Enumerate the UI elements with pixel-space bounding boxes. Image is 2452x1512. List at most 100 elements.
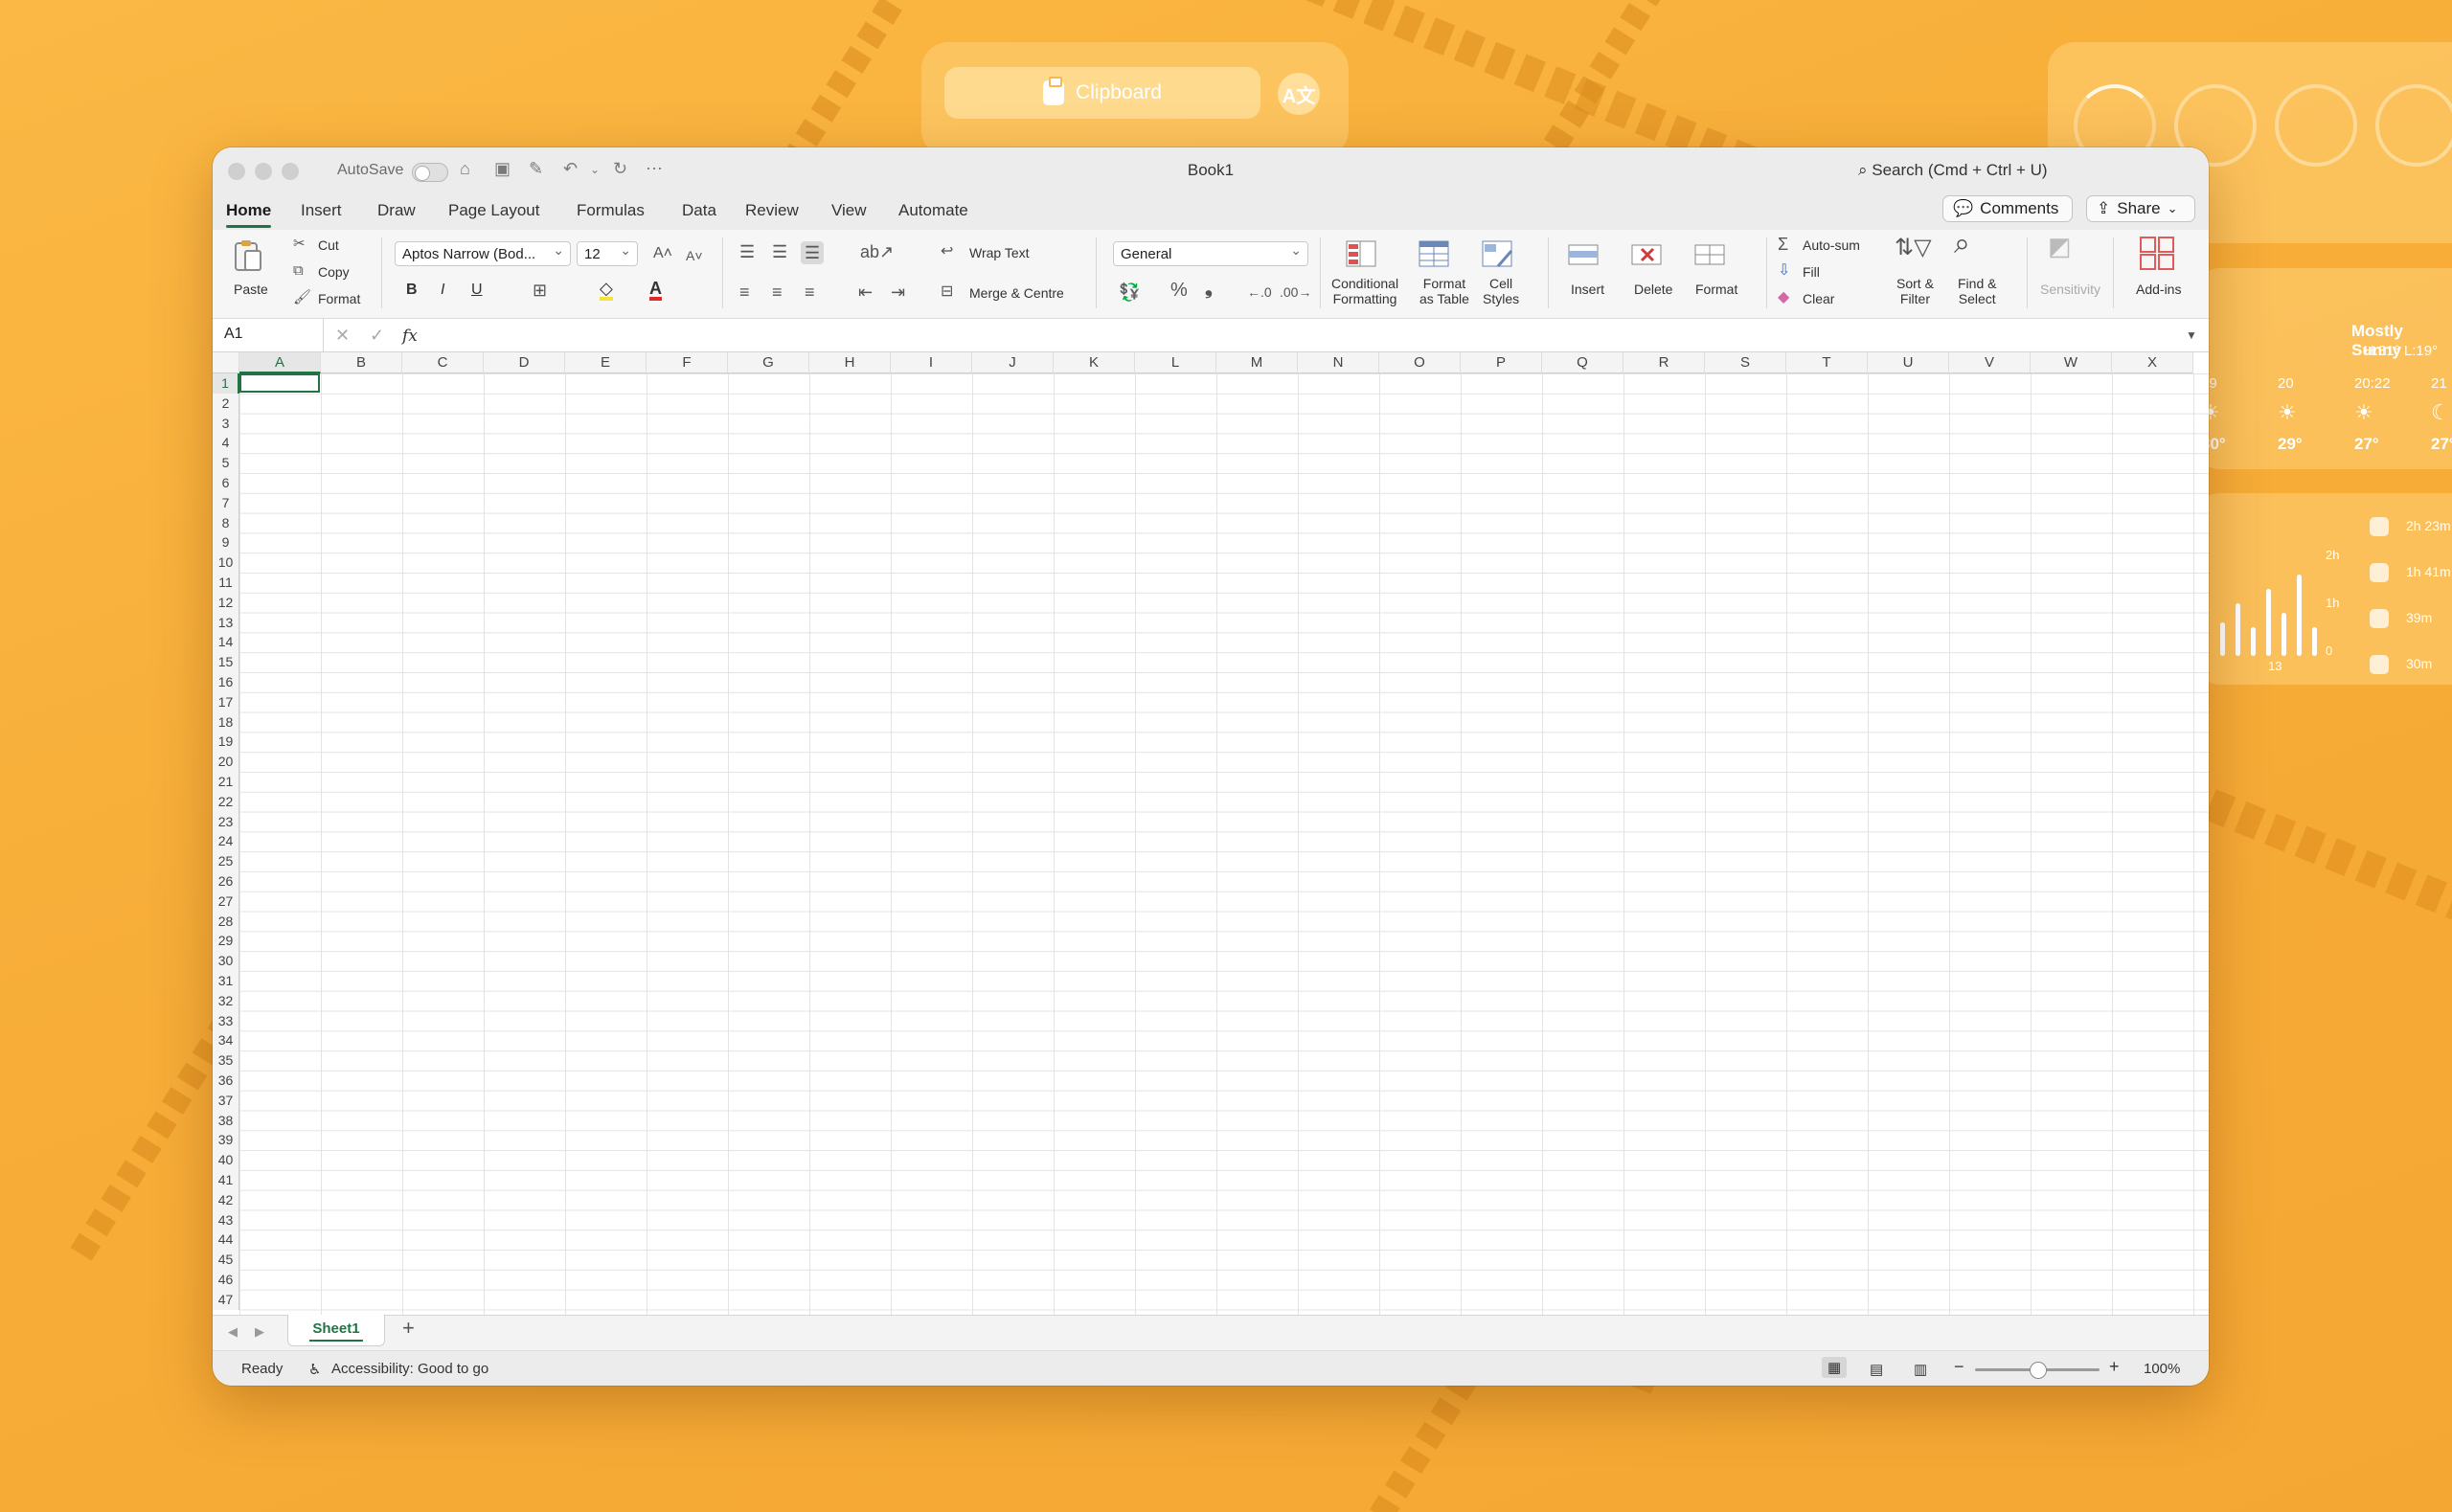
comma-style-icon[interactable]: ❟ [1205,279,1213,298]
comments-button[interactable]: 💬 Comments [1942,195,2073,222]
row-header[interactable]: 31 [213,971,239,991]
align-center-icon[interactable]: ≡ [772,283,783,301]
zoom-slider[interactable] [1975,1362,2100,1379]
copy-button[interactable]: Copy [318,264,350,280]
wrap-text-button[interactable]: Wrap Text [969,245,1030,260]
conditional-formatting-label[interactable]: Conditional Formatting [1331,276,1398,306]
worksheet-grid[interactable]: ABCDEFGHIJKLMNOPQRSTUVWX 1 2 3 4 5 6 7 8 9 10 11 12… [213,352,2209,1315]
column-header[interactable]: T [1786,352,1868,373]
row-header[interactable]: 5 [213,453,239,473]
bold-button[interactable]: B [406,282,418,299]
row-header[interactable]: 25 [213,851,239,871]
accounting-format-icon[interactable]: 💱 [1119,283,1140,301]
column-header[interactable]: C [402,352,484,373]
tab-data[interactable]: Data [682,201,716,220]
row-header[interactable]: 15 [213,652,239,672]
column-header[interactable]: L [1135,352,1216,373]
column-header[interactable]: S [1705,352,1786,373]
column-header[interactable]: U [1868,352,1949,373]
selected-cell[interactable] [239,373,320,393]
italic-button[interactable]: I [441,282,444,299]
insert-cells-button[interactable]: Insert [1571,282,1604,297]
insert-cells-icon[interactable] [1565,237,1603,272]
find-select-label[interactable]: Find & Select [1958,276,1996,306]
row-header[interactable]: 21 [213,772,239,792]
column-header[interactable]: J [972,352,1054,373]
column-header[interactable]: I [891,352,972,373]
row-header[interactable]: 46 [213,1270,239,1290]
row-header[interactable]: 47 [213,1289,239,1310]
row-header[interactable]: 43 [213,1209,239,1230]
row-header[interactable]: 20 [213,752,239,772]
row-header[interactable]: 2 [213,393,239,414]
increase-font-icon[interactable]: A˄ [653,245,672,262]
decrease-font-icon[interactable]: A˅ [686,247,703,264]
column-header[interactable]: M [1216,352,1298,373]
row-header[interactable]: 13 [213,612,239,633]
merge-centre-button[interactable]: Merge & Centre [969,285,1064,301]
tab-review[interactable]: Review [745,201,799,220]
zoom-level[interactable]: 100% [2144,1361,2180,1377]
row-header[interactable]: 12 [213,592,239,613]
row-header[interactable]: 4 [213,433,239,454]
row-header[interactable]: 34 [213,1030,239,1051]
align-left-icon[interactable]: ≡ [739,283,750,301]
translate-icon[interactable]: A文 [1278,73,1320,115]
column-header[interactable]: N [1298,352,1379,373]
row-header[interactable]: 19 [213,732,239,753]
increase-indent-icon[interactable]: ⇥ [891,283,905,301]
row-header[interactable]: 8 [213,512,239,533]
fill-button[interactable]: Fill [1803,264,1820,280]
normal-view-icon[interactable]: ▦ [1822,1357,1848,1378]
delete-cells-icon[interactable] [1628,237,1667,272]
add-sheet-icon[interactable]: + [402,1318,415,1339]
paste-button[interactable]: Paste [234,282,268,297]
name-box[interactable]: A1 [213,319,324,351]
conditional-formatting-icon[interactable] [1343,237,1381,272]
page-layout-view-icon[interactable]: ▤ [1870,1361,1883,1378]
row-header[interactable]: 6 [213,473,239,493]
row-header[interactable]: 41 [213,1170,239,1190]
share-button[interactable]: ⇪ Share ⌄ [2086,195,2195,222]
row-header[interactable]: 36 [213,1071,239,1091]
row-header[interactable]: 27 [213,891,239,912]
format-painter-button[interactable]: Format [318,291,360,306]
tab-home[interactable]: Home [226,201,272,228]
row-header[interactable]: 45 [213,1250,239,1270]
cut-button[interactable]: Cut [318,237,339,253]
expand-formula-icon[interactable]: ▼ [2186,327,2197,344]
tab-view[interactable]: View [831,201,867,220]
row-header[interactable]: 30 [213,951,239,971]
row-header[interactable]: 32 [213,990,239,1011]
column-header[interactable]: D [484,352,565,373]
column-header[interactable]: V [1949,352,2031,373]
column-header[interactable]: H [809,352,891,373]
autosum-button[interactable]: Auto-sum [1803,237,1860,253]
column-header[interactable]: Q [1542,352,1623,373]
row-header[interactable]: 35 [213,1050,239,1071]
number-format-select[interactable]: General [1113,241,1308,266]
column-header[interactable]: A [239,352,321,373]
page-break-view-icon[interactable]: ▥ [1914,1361,1927,1378]
format-as-table-icon[interactable] [1416,237,1454,272]
align-top-icon[interactable]: ☰ [739,243,755,260]
row-header[interactable]: 38 [213,1110,239,1131]
delete-cells-button[interactable]: Delete [1634,282,1672,297]
paste-icon[interactable] [232,239,270,274]
column-header[interactable]: G [728,352,809,373]
clipboard-button[interactable]: Clipboard [944,67,1260,119]
font-size-select[interactable]: 12 [577,241,638,266]
row-header[interactable]: 17 [213,691,239,712]
row-header[interactable]: 29 [213,931,239,952]
row-header[interactable]: 16 [213,672,239,692]
column-header[interactable]: E [565,352,647,373]
insert-function-button[interactable]: fx [402,327,418,346]
zoom-out-icon[interactable]: − [1954,1357,1964,1377]
row-header[interactable]: 39 [213,1130,239,1151]
cancel-icon[interactable]: ✕ [335,327,350,344]
row-header[interactable]: 37 [213,1090,239,1111]
add-ins-button[interactable]: Add-ins [2136,282,2181,297]
format-cells-icon[interactable] [1691,237,1730,272]
column-header[interactable]: K [1054,352,1135,373]
row-header[interactable]: 40 [213,1150,239,1170]
